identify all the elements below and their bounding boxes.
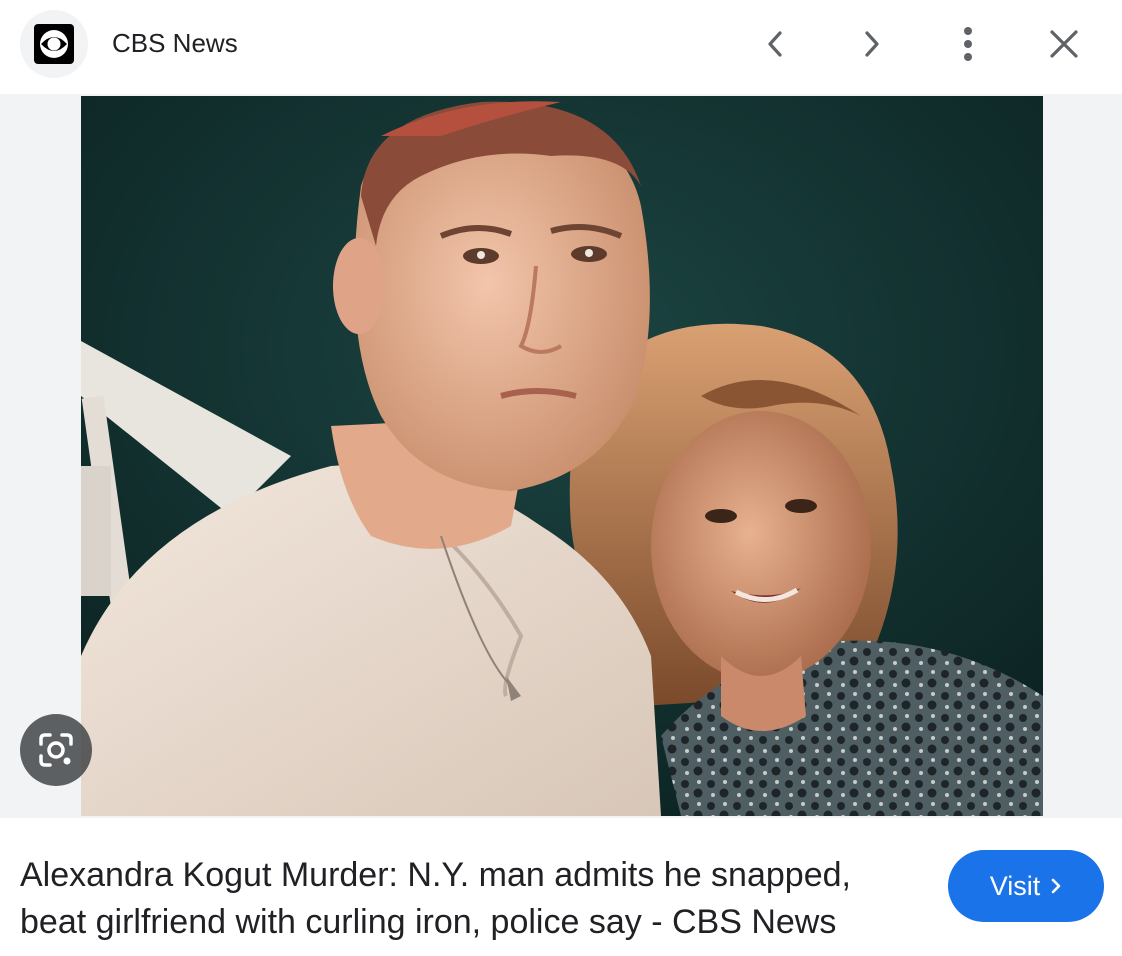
next-button[interactable] (850, 22, 894, 66)
chevron-right-icon (1050, 877, 1062, 895)
result-headline[interactable]: Alexandra Kogut Murder: N.Y. man admits … (20, 852, 920, 946)
more-vert-icon (964, 27, 972, 61)
previous-button[interactable] (753, 22, 797, 66)
chevron-right-icon (865, 31, 879, 57)
viewer-header: CBS News (0, 0, 1122, 94)
visit-button[interactable]: Visit (948, 850, 1104, 922)
source-logo[interactable] (20, 10, 88, 78)
more-options-button[interactable] (946, 22, 990, 66)
chevron-left-icon (768, 31, 782, 57)
close-icon (1050, 30, 1078, 58)
image-preview-area (0, 94, 1122, 818)
lens-search-button[interactable] (20, 714, 92, 786)
preview-photo[interactable] (81, 96, 1043, 816)
result-footer: Alexandra Kogut Murder: N.Y. man admits … (0, 818, 1122, 956)
source-name[interactable]: CBS News (112, 27, 238, 59)
google-lens-icon (39, 733, 73, 767)
close-button[interactable] (1042, 22, 1086, 66)
visit-button-label: Visit (989, 870, 1041, 901)
cbs-eye-logo-icon (34, 24, 74, 64)
